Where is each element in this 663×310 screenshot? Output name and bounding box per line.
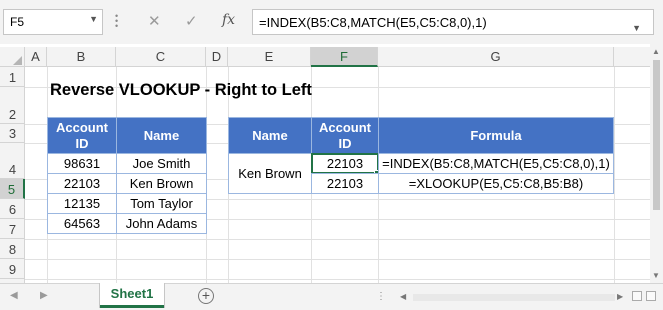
scroll-up-icon[interactable]: ▲ xyxy=(652,47,660,56)
scroll-left-icon[interactable]: ◀ xyxy=(400,292,406,301)
table-cell[interactable]: John Adams xyxy=(116,213,207,234)
table-header[interactable]: Formula xyxy=(378,117,614,154)
cancel-icon[interactable]: ✕ xyxy=(148,12,161,30)
formula-input[interactable]: =INDEX(B5:C8,MATCH(E5,C5:C8,0),1) ▼ xyxy=(252,9,654,35)
chevron-down-icon[interactable]: ▼ xyxy=(632,23,641,33)
table-cell[interactable]: 22103 xyxy=(47,173,117,194)
scrollbar-thumb[interactable] xyxy=(653,60,660,210)
table-cell[interactable]: Ken Brown xyxy=(228,153,312,194)
cell-area: Reverse VLOOKUP - Right to Left Account … xyxy=(0,47,650,283)
insert-function-icon[interactable]: fx xyxy=(222,12,235,28)
table-cell[interactable]: 12135 xyxy=(47,193,117,214)
next-sheet-icon[interactable]: ▶ xyxy=(40,290,48,301)
chevron-down-icon[interactable]: ▼ xyxy=(89,14,98,24)
vertical-scrollbar[interactable]: ▲ ▼ xyxy=(650,44,663,283)
active-cell[interactable]: 22103 xyxy=(311,153,379,174)
table-cell[interactable]: =INDEX(B5:C8,MATCH(E5,C5:C8,0),1) xyxy=(378,153,614,174)
name-box[interactable]: F5 ▼ xyxy=(3,9,103,35)
table-cell[interactable]: 98631 xyxy=(47,153,117,174)
previous-sheet-icon[interactable]: ◀ xyxy=(10,290,18,301)
drag-handle-icon[interactable]: • • • xyxy=(115,12,119,31)
sheet-tabs-bar: ◀ ▶ Sheet1 + ⋮ ◀ ▶ xyxy=(0,283,663,310)
table-header[interactable]: Name xyxy=(116,117,207,154)
tab-sheet1[interactable]: Sheet1 xyxy=(100,283,164,308)
table-header[interactable]: Account ID xyxy=(47,117,117,154)
page-title[interactable]: Reverse VLOOKUP - Right to Left xyxy=(50,81,312,100)
more-options-icon[interactable]: ⋮ xyxy=(376,291,387,302)
table-cell[interactable]: Tom Taylor xyxy=(116,193,207,214)
enter-icon[interactable]: ✓ xyxy=(185,12,198,30)
table-cell[interactable]: =XLOOKUP(E5,C5:C8,B5:B8) xyxy=(378,173,614,194)
name-box-value: F5 xyxy=(10,15,25,29)
scroll-down-icon[interactable]: ▼ xyxy=(652,271,660,280)
scroll-box-icon[interactable] xyxy=(632,291,642,301)
formula-text: =INDEX(B5:C8,MATCH(E5,C5:C8,0),1) xyxy=(259,15,487,30)
scroll-right-icon[interactable]: ▶ xyxy=(617,292,623,301)
scroll-box-icon[interactable] xyxy=(646,291,656,301)
add-sheet-icon[interactable]: + xyxy=(198,288,214,304)
table-cell[interactable]: 22103 xyxy=(311,173,379,194)
table-header[interactable]: Name xyxy=(228,117,312,154)
table-cell[interactable]: Joe Smith xyxy=(116,153,207,174)
table-header[interactable]: Account ID xyxy=(311,117,379,154)
table-cell[interactable]: 64563 xyxy=(47,213,117,234)
table-cell[interactable]: Ken Brown xyxy=(116,173,207,194)
formula-bar: F5 ▼ • • • ✕ ✓ fx =INDEX(B5:C8,MATCH(E5,C5… xyxy=(0,0,663,44)
worksheet-grid[interactable]: A B C D E F G 1 2 3 4 5 6 7 8 9 10 Rever… xyxy=(0,47,650,283)
horizontal-scrollbar[interactable] xyxy=(413,294,615,301)
